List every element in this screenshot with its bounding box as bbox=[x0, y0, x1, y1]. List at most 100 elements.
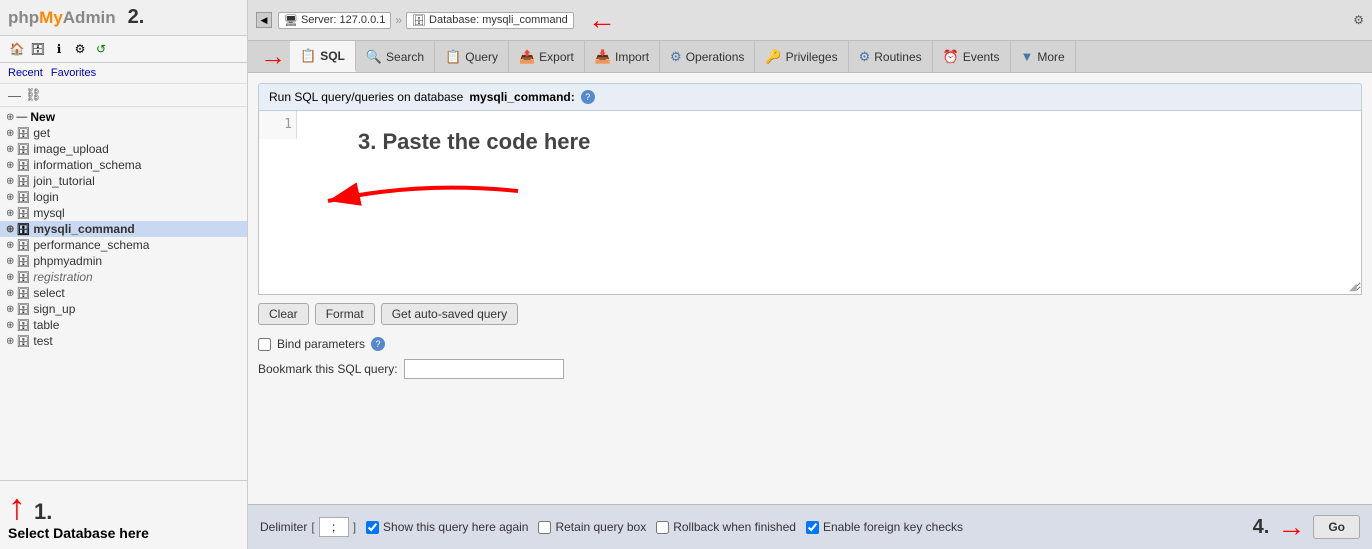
sidebar: phpMyAdmin 2. 🏠 🗄 ℹ ⚙ ↺ Recent Favorites… bbox=[0, 0, 248, 549]
db-breadcrumb[interactable]: 🗄 Database: mysqli_command bbox=[406, 12, 574, 29]
format-button[interactable]: Format bbox=[315, 303, 375, 325]
collapse-icon[interactable]: — bbox=[8, 88, 21, 103]
clear-button[interactable]: Clear bbox=[258, 303, 309, 325]
expand-icon: ⊕ bbox=[6, 336, 14, 347]
db-item-image-upload[interactable]: ⊕ 🗄 image_upload bbox=[0, 141, 247, 157]
operations-tab-label: Operations bbox=[686, 50, 745, 64]
foreign-key-group: Enable foreign key checks bbox=[806, 520, 963, 534]
db-item-information-schema[interactable]: ⊕ 🗄 information_schema bbox=[0, 157, 247, 173]
chain-icon[interactable]: ⛓ bbox=[25, 87, 42, 103]
show-again-group: Show this query here again bbox=[366, 520, 528, 534]
db-item-name: mysqli_command bbox=[33, 222, 134, 236]
db-item-name: table bbox=[33, 318, 59, 332]
db-item-table[interactable]: ⊕ 🗄 table bbox=[0, 317, 247, 333]
sidebar-icon-row: 🏠 🗄 ℹ ⚙ ↺ bbox=[0, 36, 247, 63]
expand-icon: ⊕ bbox=[6, 240, 14, 251]
db-item-login[interactable]: ⊕ 🗄 login bbox=[0, 189, 247, 205]
home-icon[interactable]: 🏠 bbox=[8, 40, 26, 58]
sidebar-header: phpMyAdmin 2. bbox=[0, 0, 247, 36]
window-close-btn[interactable]: ◀ bbox=[256, 12, 272, 28]
db-icon-small[interactable]: 🗄 bbox=[29, 40, 47, 58]
retain-query-checkbox[interactable] bbox=[538, 521, 551, 534]
auto-saved-button[interactable]: Get auto-saved query bbox=[381, 303, 518, 325]
import-tab-label: Import bbox=[615, 50, 649, 64]
tab-events[interactable]: ⏰ Events bbox=[933, 41, 1011, 72]
db-item-test[interactable]: ⊕ 🗄 test bbox=[0, 333, 247, 349]
expand-icon: ⊕ bbox=[6, 304, 14, 315]
privileges-tab-label: Privileges bbox=[786, 50, 838, 64]
retain-query-label: Retain query box bbox=[555, 520, 646, 534]
bookmark-row: Bookmark this SQL query: bbox=[258, 355, 1362, 383]
db-item-mysqli-command[interactable]: ⊕ 🗄 mysqli_command bbox=[0, 221, 247, 237]
delimiter-close-bracket: ] bbox=[353, 520, 356, 534]
retain-query-group: Retain query box bbox=[538, 520, 646, 534]
step4-area: 4. → Go bbox=[1253, 511, 1360, 543]
db-item-name: get bbox=[33, 126, 50, 140]
show-again-checkbox[interactable] bbox=[366, 521, 379, 534]
db-item-name: information_schema bbox=[33, 158, 141, 172]
db-item-name: New bbox=[30, 110, 55, 124]
routines-tab-icon: ⚙ bbox=[859, 49, 871, 65]
settings-icon-small[interactable]: ⚙ bbox=[71, 40, 89, 58]
expand-icon: ⊕ bbox=[6, 288, 14, 299]
bind-parameters-checkbox[interactable] bbox=[258, 338, 271, 351]
tab-query[interactable]: 📋 Query bbox=[435, 41, 509, 72]
db-item-name: image_upload bbox=[33, 142, 108, 156]
db-item-phpmyadmin[interactable]: ⊕ 🗄 phpmyadmin bbox=[0, 253, 247, 269]
favorites-link[interactable]: Favorites bbox=[51, 67, 96, 79]
tab-operations[interactable]: ⚙ Operations bbox=[660, 41, 755, 72]
tab-sql[interactable]: 📋 SQL bbox=[290, 41, 356, 72]
step1-arrow-up: ↑ bbox=[8, 489, 26, 525]
search-tab-icon: 🔍 bbox=[366, 49, 382, 65]
query-tab-icon: 📋 bbox=[445, 49, 461, 65]
server-breadcrumb[interactable]: 🖥 Server: 127.0.0.1 bbox=[278, 12, 391, 29]
foreign-key-label: Enable foreign key checks bbox=[823, 520, 963, 534]
database-list: ⊕ — New ⊕ 🗄 get ⊕ 🗄 image_upload ⊕ 🗄 inf… bbox=[0, 107, 247, 480]
tab-search[interactable]: 🔍 Search bbox=[356, 41, 435, 72]
query-header-text: Run SQL query/queries on database bbox=[269, 90, 463, 104]
expand-icon: ⊕ bbox=[6, 256, 14, 267]
tab-import[interactable]: 📥 Import bbox=[585, 41, 660, 72]
tab-routines[interactable]: ⚙ Routines bbox=[849, 41, 933, 72]
resize-handle[interactable]: ◢ bbox=[1349, 282, 1361, 294]
go-button[interactable]: Go bbox=[1313, 515, 1360, 539]
query-help-icon[interactable]: ? bbox=[581, 90, 595, 104]
bind-help-icon[interactable]: ? bbox=[371, 337, 385, 351]
rollback-label: Rollback when finished bbox=[673, 520, 796, 534]
db-item-mysql[interactable]: ⊕ 🗄 mysql bbox=[0, 205, 247, 221]
rollback-checkbox[interactable] bbox=[656, 521, 669, 534]
routines-tab-label: Routines bbox=[874, 50, 921, 64]
expand-icon: ⊕ bbox=[6, 160, 14, 171]
db-item-join-tutorial[interactable]: ⊕ 🗄 join_tutorial bbox=[0, 173, 247, 189]
tab-privileges[interactable]: 🔑 Privileges bbox=[755, 41, 848, 72]
db-item-icon: 🗄 bbox=[16, 127, 30, 140]
query-header: Run SQL query/queries on database mysqli… bbox=[258, 83, 1362, 111]
recent-link[interactable]: Recent bbox=[8, 67, 43, 79]
bind-parameters-label: Bind parameters bbox=[277, 337, 365, 351]
db-breadcrumb-label: Database: mysqli_command bbox=[429, 14, 568, 26]
delimiter-group: Delimiter [ ] bbox=[260, 517, 356, 537]
sql-editor-input[interactable] bbox=[259, 111, 1361, 291]
expand-icon: ⊕ bbox=[6, 144, 14, 155]
tab-export[interactable]: 📤 Export bbox=[509, 41, 585, 72]
delimiter-input[interactable] bbox=[319, 517, 349, 537]
step2-arrow-area: ← bbox=[588, 4, 616, 36]
foreign-key-checkbox[interactable] bbox=[806, 521, 819, 534]
db-item-performance-schema[interactable]: ⊕ 🗄 performance_schema bbox=[0, 237, 247, 253]
expand-icon: ⊕ bbox=[6, 320, 14, 331]
refresh-icon[interactable]: ↺ bbox=[92, 40, 110, 58]
db-item-get[interactable]: ⊕ 🗄 get bbox=[0, 125, 247, 141]
db-item-registration[interactable]: ⊕ 🗄 registration bbox=[0, 269, 247, 285]
events-tab-label: Events bbox=[963, 50, 1000, 64]
tab-arrow-annotation: → bbox=[256, 41, 290, 72]
tab-bar: → 📋 SQL 🔍 Search 📋 Query 📤 Export 📥 Impo… bbox=[248, 41, 1372, 73]
tab-more[interactable]: ▼ More bbox=[1011, 41, 1076, 72]
db-item-sign-up[interactable]: ⊕ 🗄 sign_up bbox=[0, 301, 247, 317]
db-item-icon: 🗄 bbox=[16, 287, 30, 300]
db-item-new[interactable]: ⊕ — New bbox=[0, 109, 247, 125]
settings-gear-icon[interactable]: ⚙ bbox=[1353, 13, 1364, 27]
bookmark-input[interactable] bbox=[404, 359, 564, 379]
bookmark-label: Bookmark this SQL query: bbox=[258, 362, 398, 376]
db-item-select[interactable]: ⊕ 🗄 select bbox=[0, 285, 247, 301]
info-icon[interactable]: ℹ bbox=[50, 40, 68, 58]
